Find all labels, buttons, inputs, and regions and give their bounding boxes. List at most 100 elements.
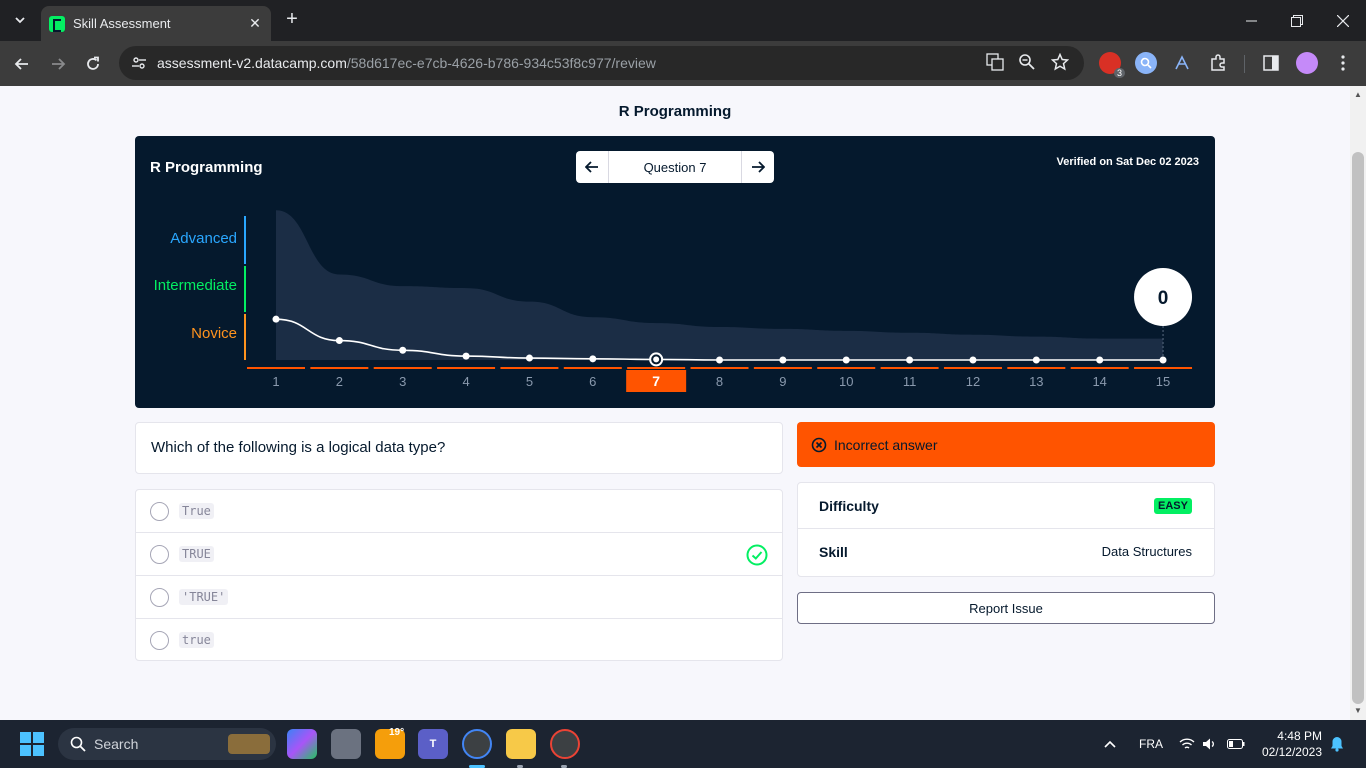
reload-button[interactable] [80,51,106,77]
side-panel-icon[interactable] [1260,52,1282,74]
windows-start-button[interactable] [20,732,44,756]
tab-title: Skill Assessment [73,16,171,31]
score-point [525,354,533,362]
reload-icon [87,56,99,70]
score-point [779,356,787,364]
site-info-icon[interactable] [131,55,147,71]
volume-icon[interactable] [1202,720,1218,768]
previous-question-button[interactable] [576,151,608,183]
question-tick-label: 14 [1092,374,1106,389]
tab-search-button[interactable] [6,7,34,33]
browser-tab[interactable]: Skill Assessment ✕ [41,6,271,41]
question-text: Which of the following is a logical data… [151,439,446,456]
toolbar-divider [1244,55,1245,73]
answer-option[interactable]: TRUE [136,533,782,576]
task-view-icon[interactable] [331,729,361,759]
profile-avatar[interactable] [1296,52,1318,74]
option-label: true [179,632,214,648]
radio-button[interactable] [150,631,169,650]
question-label: Question 7 [608,151,742,183]
scroll-down-icon[interactable]: ▼ [1354,706,1362,715]
minimize-button[interactable] [1228,0,1274,41]
skill-row: Skill Data Structures [798,529,1214,575]
taskbar-search[interactable]: Search [58,728,276,760]
translate-icon[interactable] [985,53,1005,73]
question-tick-label: 2 [336,374,343,389]
difficulty-label: Difficulty [819,498,879,514]
arrow-right-icon [52,58,66,70]
extension-translate-icon[interactable] [1171,52,1193,74]
confidence-band [276,210,1164,360]
next-question-button[interactable] [742,151,774,183]
page-scrollbar[interactable]: ▲ ▼ [1350,86,1366,720]
url-path: /58d617ec-e7cb-4626-b786-934c53f8c977/re… [346,55,656,71]
file-explorer-icon[interactable] [506,729,536,759]
answer-option[interactable]: true [136,619,782,662]
teams-app-icon[interactable]: T [418,729,448,759]
extension-adblock-icon[interactable]: 3 [1099,52,1125,78]
radio-button[interactable] [150,502,169,521]
browser-menu-icon[interactable] [1332,52,1354,74]
scroll-up-icon[interactable]: ▲ [1354,90,1362,99]
extension-search-icon[interactable] [1135,52,1157,74]
close-tab-icon[interactable]: ✕ [247,15,263,32]
question-tick-label: 3 [399,374,406,389]
extensions-puzzle-icon[interactable] [1207,52,1229,74]
question-tick-label: 4 [462,374,469,389]
input-language[interactable]: FRA [1139,720,1163,768]
correct-check-icon [746,544,768,566]
score-point [1032,356,1040,364]
question-navigator: Question 7 [576,151,774,183]
chrome-app-icon[interactable] [462,729,492,759]
answer-option[interactable]: 'TRUE' [136,576,782,619]
current-score-point-core [653,356,660,363]
panel-title: R Programming [150,159,263,176]
copilot-app-icon[interactable] [287,729,317,759]
page-title: R Programming [618,103,732,120]
verified-date: Verified on Sat Dec 02 2023 [1056,156,1199,168]
answer-option[interactable]: True [136,490,782,533]
score-point [842,356,850,364]
back-button[interactable] [9,51,35,77]
question-tick-label: 6 [589,374,596,389]
score-point [335,337,343,345]
result-text: Incorrect answer [834,436,938,453]
answer-options: True TRUE 'TRUE' true [135,489,783,661]
url-text: assessment-v2.datacamp.com/58d617ec-e7cb… [157,55,656,71]
option-label: 'TRUE' [179,589,229,605]
new-tab-button[interactable]: + [280,8,304,32]
difficulty-badge: EASY [1154,498,1192,514]
question-tick-label: 15 [1156,374,1170,389]
chevron-down-icon [15,17,25,24]
chrome-profile-app-icon[interactable] [550,729,580,759]
question-tick-label: 9 [779,374,786,389]
forward-button[interactable] [45,51,71,77]
radio-button[interactable] [150,588,169,607]
system-clock[interactable]: 4:48 PM 02/12/2023 [1262,728,1322,760]
windows-taskbar: Search 19° T FRA 4:48 PM 02/12/2023 [0,720,1366,768]
search-highlight-image [228,734,270,754]
report-issue-button[interactable]: Report Issue [797,592,1215,624]
bookmark-star-icon[interactable] [1050,52,1070,73]
radio-button[interactable] [150,545,169,564]
restore-button[interactable] [1274,0,1320,41]
scrollbar-thumb[interactable] [1352,152,1364,704]
weather-widget-icon[interactable]: 19° [375,727,405,759]
notification-bell-icon[interactable] [1330,720,1344,768]
browser-tab-bar: Skill Assessment ✕ + [0,0,1366,41]
score-point [462,352,470,360]
question-tick-label: 5 [526,374,533,389]
zoom-icon[interactable] [1017,53,1037,73]
question-tick-label: 10 [839,374,853,389]
tray-overflow-icon[interactable] [1103,720,1117,768]
address-bar[interactable]: assessment-v2.datacamp.com/58d617ec-e7cb… [119,46,1084,80]
weather-temperature: 19° [389,727,405,738]
battery-icon[interactable] [1227,720,1245,768]
question-meta-card: Difficulty EASY Skill Data Structures [797,482,1215,577]
question-tick-label: 7 [652,373,660,389]
wifi-icon[interactable] [1179,720,1195,768]
close-window-button[interactable] [1320,0,1366,41]
question-tick-label: 11 [903,374,917,389]
question-tick-label: 1 [272,374,279,389]
search-label: Search [94,736,139,752]
